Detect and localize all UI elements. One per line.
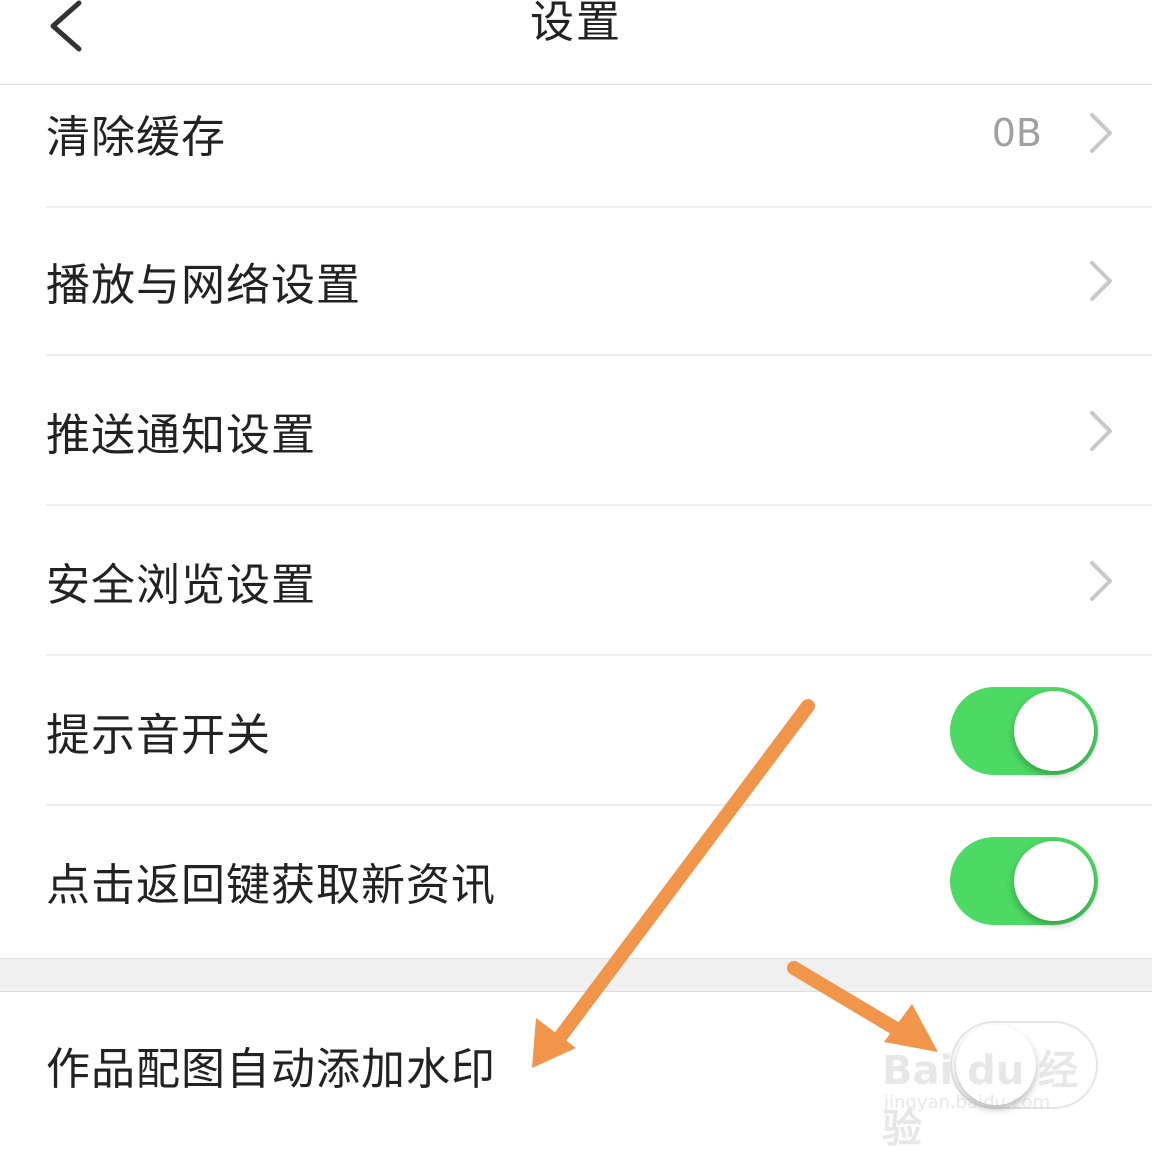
row-label: 点击返回键获取新资讯 xyxy=(46,860,496,911)
toggle-knob xyxy=(1014,841,1094,921)
row-label: 提示音开关 xyxy=(46,710,271,761)
chevron-right-icon xyxy=(1086,558,1116,604)
row-label: 播放与网络设置 xyxy=(46,260,361,311)
row-label: 清除缓存 xyxy=(46,112,226,163)
settings-row-push-notifications[interactable]: 推送通知设置 xyxy=(0,356,1152,506)
toggle-knob xyxy=(1014,691,1094,771)
chevron-right-icon xyxy=(1086,258,1116,304)
row-label: 安全浏览设置 xyxy=(46,560,316,611)
baidu-jingyan-watermark: Bai du 经验 jingyan.baidu.com xyxy=(882,1010,1098,1152)
settings-row-safe-browsing[interactable]: 安全浏览设置 xyxy=(0,506,1152,656)
row-label: 作品配图自动添加水印 xyxy=(46,1044,496,1095)
chevron-right-icon xyxy=(1086,408,1116,454)
settings-row-back-refresh: 点击返回键获取新资讯 xyxy=(0,806,1152,956)
settings-row-notification-sound: 提示音开关 xyxy=(0,656,1152,806)
page-title: 设置 xyxy=(530,0,622,48)
cache-size-value: 0B xyxy=(991,111,1042,155)
watermark-sub: jingyan.baidu.com xyxy=(884,1092,1051,1113)
settings-row-playback-network[interactable]: 播放与网络设置 xyxy=(0,206,1152,356)
section-gap xyxy=(0,958,1152,992)
notification-sound-toggle[interactable] xyxy=(950,687,1098,775)
settings-row-clear-cache[interactable]: 清除缓存 0B xyxy=(0,58,1152,208)
row-label: 推送通知设置 xyxy=(46,410,316,461)
chevron-right-icon xyxy=(1086,110,1116,156)
back-refresh-toggle[interactable] xyxy=(950,837,1098,925)
